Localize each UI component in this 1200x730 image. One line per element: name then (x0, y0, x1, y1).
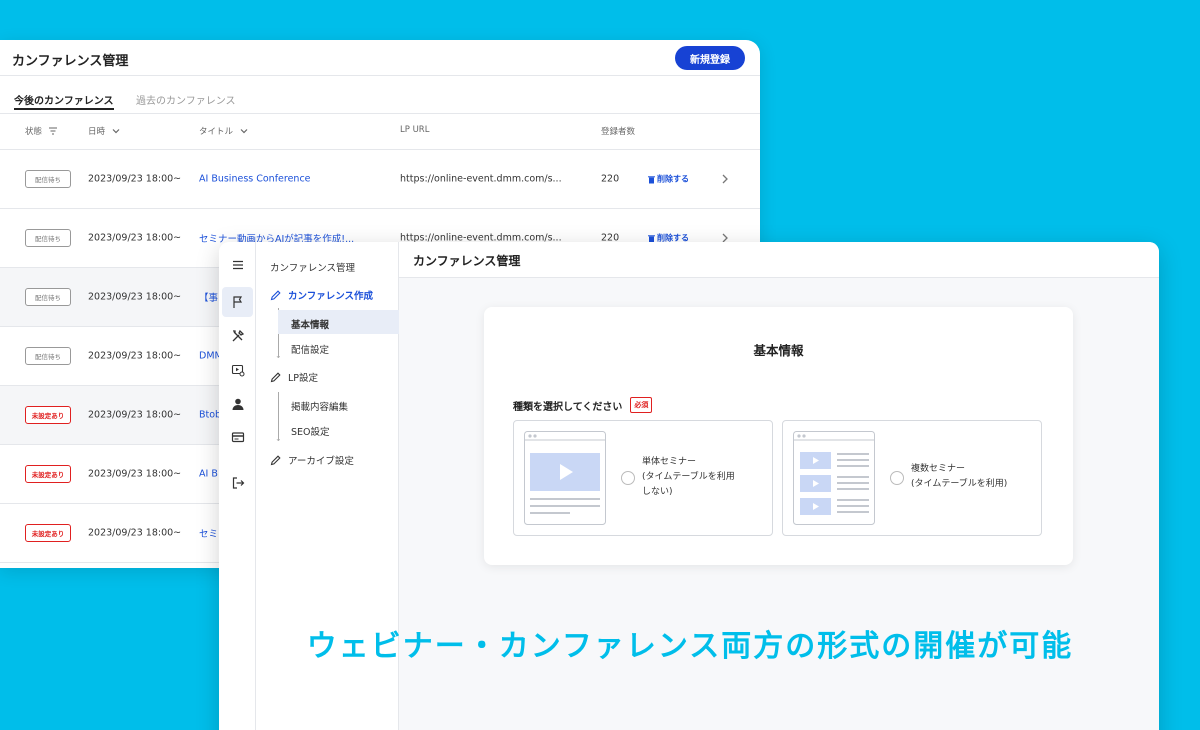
status-badge: 未設定あり (25, 406, 71, 424)
tab-past[interactable]: 過去のカンファレンス (136, 92, 236, 107)
row-date: 2023/09/23 18:00~ (88, 350, 182, 362)
nav-sub-delivery[interactable]: 配信設定 (291, 342, 329, 356)
list-page-title: カンファレンス管理 (12, 54, 129, 69)
table-header: 状態 日時 タイトル LP URL 登録者数 (0, 114, 760, 150)
user-icon (232, 398, 243, 410)
basic-info-card: 基本情報 種類を選択してください 必須 単体セミナー (タイムテーブルを利用 し… (484, 307, 1073, 565)
logout-icon (232, 477, 244, 489)
menu-icon (232, 260, 243, 270)
menu-button[interactable] (222, 250, 253, 280)
row-title-link[interactable]: AI Business Conference (199, 174, 384, 185)
radio-multi[interactable] (890, 471, 904, 485)
nav-item-lp-settings[interactable]: LP設定 (270, 370, 318, 384)
tab-upcoming[interactable]: 今後のカンファレンス (14, 92, 114, 110)
status-badge: 配信待ち (25, 347, 71, 365)
conference-nav-button[interactable] (222, 287, 253, 317)
column-lp-url: LP URL (400, 125, 430, 135)
conference-tabs: 今後のカンファレンス 過去のカンファレンス (0, 76, 760, 114)
column-registrants: 登録者数 (601, 127, 636, 137)
status-badge: 配信待ち (25, 229, 71, 247)
single-video-illustration-icon (524, 431, 606, 525)
row-date: 2023/09/23 18:00~ (88, 527, 182, 539)
option-multi-seminar[interactable]: 複数セミナー (タイムテーブルを利用) (782, 420, 1042, 536)
row-date: 2023/09/23 18:00~ (88, 291, 182, 303)
trash-icon (648, 175, 655, 183)
user-nav-button[interactable] (222, 389, 253, 419)
chevron-down-icon (240, 129, 248, 134)
nav-sub-content-edit[interactable]: 掲載内容編集 (291, 399, 348, 413)
tree-arrow-icon: ↓ (275, 434, 282, 443)
list-header: カンファレンス管理 新規登録 (0, 40, 760, 76)
nav-heading: カンファレンス管理 (270, 263, 356, 274)
column-title[interactable]: タイトル (199, 125, 249, 137)
promo-tagline: ウェビナー・カンファレンス両方の形式の開催が可能 (306, 629, 1074, 664)
type-select-label: 種類を選択してください 必須 (513, 397, 653, 413)
row-date: 2023/09/23 18:00~ (88, 173, 182, 185)
required-badge: 必須 (630, 397, 653, 413)
pencil-icon (270, 289, 281, 300)
multi-video-illustration-icon (793, 431, 875, 525)
row-registrants: 220 (601, 173, 620, 185)
flag-icon (232, 296, 242, 308)
tools-nav-button[interactable] (222, 321, 253, 351)
card-title: 基本情報 (753, 343, 804, 358)
trash-icon (648, 234, 655, 242)
option-single-label: 単体セミナー (タイムテーブルを利用 しない) (642, 457, 735, 497)
video-settings-nav-button[interactable] (222, 355, 253, 385)
option-multi-label: 複数セミナー (タイムテーブルを利用) (911, 464, 1008, 489)
column-status[interactable]: 状態 (25, 125, 58, 137)
tree-line (278, 392, 279, 440)
main-header: カンファレンス管理 (399, 242, 1159, 278)
chevron-right-icon[interactable] (720, 173, 730, 185)
pencil-icon (270, 454, 281, 465)
card-icon (231, 432, 244, 443)
new-registration-button[interactable]: 新規登録 (675, 46, 745, 70)
delete-button[interactable]: 削除する (648, 174, 689, 185)
row-date: 2023/09/23 18:00~ (88, 409, 182, 421)
filter-icon (49, 127, 58, 135)
row-date: 2023/09/23 18:00~ (88, 232, 182, 244)
page-title: カンファレンス管理 (413, 254, 521, 268)
nav-item-archive[interactable]: アーカイブ設定 (270, 453, 354, 467)
logout-button[interactable] (222, 468, 253, 498)
radio-single[interactable] (621, 471, 635, 485)
status-badge: 未設定あり (25, 524, 71, 542)
video-settings-icon (231, 364, 244, 377)
option-single-seminar[interactable]: 単体セミナー (タイムテーブルを利用 しない) (513, 420, 773, 536)
nav-sub-basic-info[interactable]: 基本情報 (291, 317, 329, 331)
chevron-down-icon (112, 129, 120, 134)
tools-icon (232, 329, 244, 342)
row-date: 2023/09/23 18:00~ (88, 468, 182, 480)
column-date[interactable]: 日時 (88, 125, 121, 137)
tree-arrow-icon: ↓ (275, 351, 282, 360)
row-lp-url: https://online-event.dmm.com/s... (400, 173, 562, 185)
table-row[interactable]: 配信待ち 2023/09/23 18:00~ AI Business Confe… (0, 150, 760, 209)
nav-item-conference-create[interactable]: カンファレンス作成 (270, 288, 373, 302)
pencil-icon (270, 371, 281, 382)
status-badge: 配信待ち (25, 170, 71, 188)
status-badge: 未設定あり (25, 465, 71, 483)
nav-sub-seo[interactable]: SEO設定 (291, 424, 330, 438)
card-nav-button[interactable] (222, 422, 253, 452)
status-badge: 配信待ち (25, 288, 71, 306)
